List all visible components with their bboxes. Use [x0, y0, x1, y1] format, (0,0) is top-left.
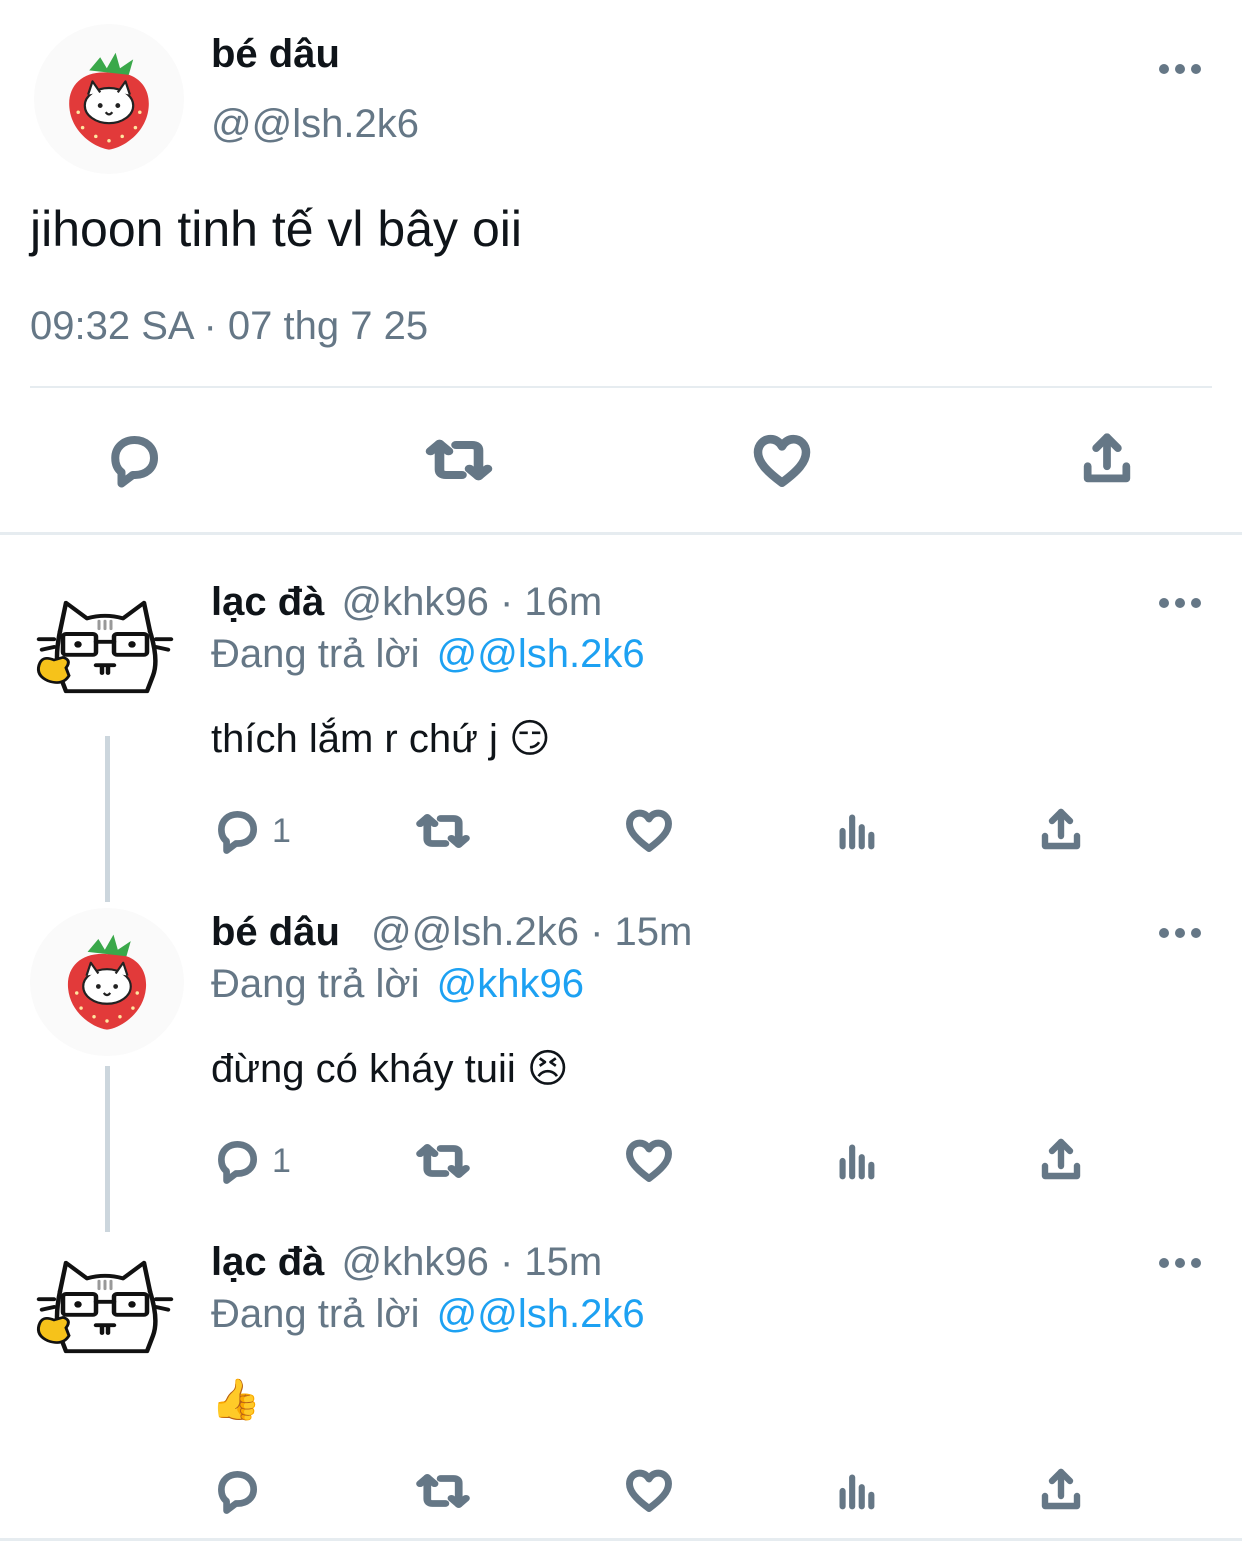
- main-author-handle[interactable]: @@lsh.2k6: [211, 102, 419, 147]
- reply-author-handle[interactable]: @khk96: [342, 580, 489, 624]
- reply-author-name[interactable]: lạc đà: [211, 580, 324, 624]
- reply-text: 👍: [211, 1378, 261, 1422]
- main-author-name[interactable]: bé dâu: [211, 32, 340, 77]
- reply-header: lạc đà @khk96 · 16m: [211, 580, 602, 625]
- reply-icon[interactable]: [212, 1466, 262, 1516]
- main-author-avatar[interactable]: [34, 24, 184, 174]
- replying-to-label: Đang trả lời: [211, 632, 420, 676]
- reply-text: thích lắm r chứ j 😏: [211, 717, 551, 761]
- replying-to-mention[interactable]: @@lsh.2k6: [437, 1292, 645, 1336]
- stats-icon[interactable]: [833, 1468, 879, 1514]
- replying-to-mention[interactable]: @@lsh.2k6: [437, 632, 645, 676]
- bottom-divider: [0, 1538, 1242, 1541]
- more-options-icon[interactable]: [1158, 926, 1202, 940]
- retweet-icon[interactable]: [414, 806, 472, 856]
- glasses-cat-icon: [30, 1242, 180, 1372]
- reply-age[interactable]: · 15m: [500, 1240, 602, 1284]
- like-icon[interactable]: [623, 1134, 675, 1186]
- more-options-icon[interactable]: [1158, 1256, 1202, 1270]
- replying-to-mention[interactable]: @khk96: [437, 962, 584, 1006]
- reply-icon[interactable]: [212, 806, 262, 856]
- thread-line: [105, 736, 110, 902]
- replying-to-label: Đang trả lời: [211, 1292, 420, 1336]
- reply-author-handle[interactable]: @@lsh.2k6: [371, 910, 579, 954]
- replying-to-line: Đang trả lời @@lsh.2k6: [211, 1292, 645, 1337]
- reply-icon[interactable]: [212, 1136, 262, 1186]
- like-icon[interactable]: [623, 804, 675, 856]
- retweet-icon[interactable]: [423, 430, 495, 490]
- replying-to-line: Đang trả lời @khk96: [211, 962, 584, 1007]
- reply-author-avatar[interactable]: [30, 1240, 184, 1380]
- stats-icon[interactable]: [833, 808, 879, 854]
- glasses-cat-icon: [30, 582, 180, 712]
- share-icon[interactable]: [1037, 806, 1085, 854]
- reply-author-name[interactable]: bé dâu: [211, 910, 340, 954]
- reply-author-handle[interactable]: @khk96: [342, 1240, 489, 1284]
- section-divider: [0, 532, 1242, 535]
- retweet-icon[interactable]: [414, 1466, 472, 1516]
- reply-age[interactable]: · 16m: [500, 580, 602, 624]
- more-options-icon[interactable]: [1158, 62, 1202, 76]
- reply-header: lạc đà @khk96 · 15m: [211, 1240, 602, 1285]
- reply-count: 1: [272, 1142, 291, 1180]
- thread-line: [105, 1066, 110, 1232]
- reply-author-avatar[interactable]: [30, 908, 184, 1056]
- reply-icon[interactable]: [104, 430, 164, 490]
- like-icon[interactable]: [750, 428, 814, 492]
- reply-author-name[interactable]: lạc đà: [211, 1240, 324, 1284]
- reply-count: 1: [272, 812, 291, 850]
- reply-age[interactable]: · 15m: [590, 910, 692, 954]
- reply-text: đừng có kháy tuii 😣: [211, 1047, 569, 1091]
- retweet-icon[interactable]: [414, 1136, 472, 1186]
- replying-to-label: Đang trả lời: [211, 962, 420, 1006]
- more-options-icon[interactable]: [1158, 596, 1202, 610]
- share-icon[interactable]: [1078, 430, 1136, 488]
- share-icon[interactable]: [1037, 1466, 1085, 1514]
- like-icon[interactable]: [623, 1464, 675, 1516]
- strawberry-cat-icon: [53, 926, 161, 1034]
- share-icon[interactable]: [1037, 1136, 1085, 1184]
- main-tweet-text: jihoon tinh tế vl bây oii: [30, 201, 522, 257]
- stats-icon[interactable]: [833, 1138, 879, 1184]
- reply-author-avatar[interactable]: [30, 580, 184, 720]
- strawberry-cat-icon: [54, 44, 164, 154]
- reply-header: bé dâu @@lsh.2k6 · 15m: [211, 910, 692, 955]
- main-tweet-timestamp[interactable]: 09:32 SA · 07 thg 7 25: [30, 304, 428, 349]
- divider: [30, 386, 1212, 388]
- replying-to-line: Đang trả lời @@lsh.2k6: [211, 632, 645, 677]
